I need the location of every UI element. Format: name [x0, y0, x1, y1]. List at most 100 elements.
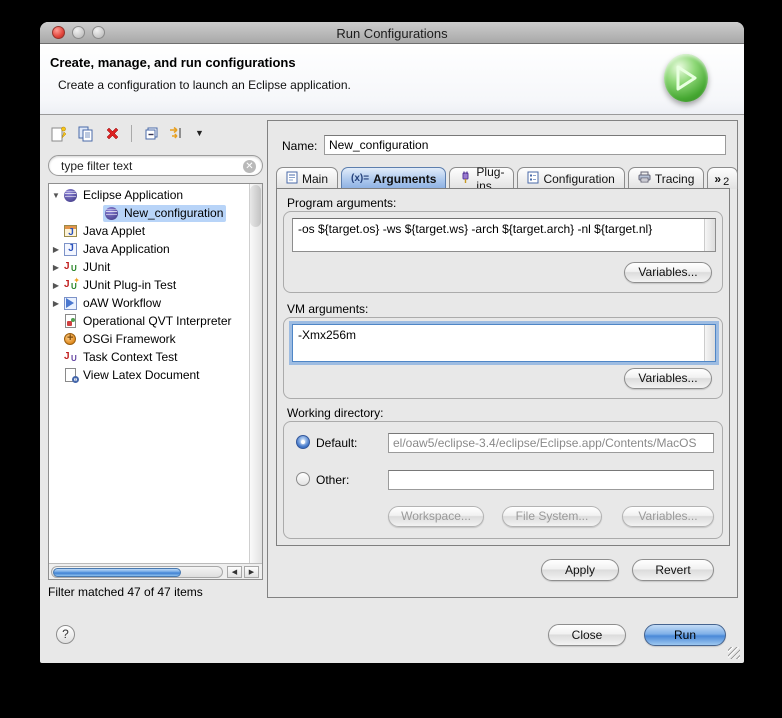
- tree-item-java-application[interactable]: ▶ J Java Application: [49, 240, 170, 258]
- java-application-icon: J: [63, 242, 79, 257]
- arguments-tab-content: Program arguments: -os ${target.os} -ws …: [276, 188, 730, 546]
- tree-item-task-context-test[interactable]: JU Task Context Test: [49, 348, 178, 366]
- name-label: Name:: [282, 139, 318, 153]
- eclipse-application-icon: [104, 206, 120, 221]
- tree-item-label: Java Application: [83, 242, 170, 256]
- collapse-all-icon[interactable]: [141, 124, 161, 143]
- tracing-tab-icon: [638, 171, 651, 186]
- other-directory-input[interactable]: [388, 470, 714, 490]
- tab-main[interactable]: Main: [276, 167, 339, 189]
- revert-button[interactable]: Revert: [632, 559, 714, 581]
- vm-arguments-group: -Xmx256m Variables...: [283, 317, 723, 399]
- view-latex-document-icon: [63, 367, 79, 383]
- task-context-test-icon: JU: [64, 350, 77, 363]
- tree-item-label: JUnit Plug-in Test: [83, 278, 177, 292]
- filter-input[interactable]: type filter text ✕: [48, 155, 263, 176]
- run-button[interactable]: Run: [644, 624, 726, 646]
- title-bar[interactable]: Run Configurations: [40, 22, 744, 44]
- oaw-workflow-icon: [63, 296, 79, 311]
- expander-collapsed-icon[interactable]: ▶: [49, 299, 63, 308]
- filter-status-text: Filter matched 47 of 47 items: [48, 585, 203, 599]
- tree-item-label: OSGi Framework: [83, 332, 176, 346]
- other-radio[interactable]: [296, 472, 310, 486]
- program-arguments-value: -os ${target.os} -ws ${target.ws} -arch …: [298, 222, 653, 236]
- textarea-scrollbar[interactable]: [704, 325, 715, 361]
- textarea-scrollbar[interactable]: [704, 219, 715, 251]
- expander-collapsed-icon[interactable]: ▶: [49, 263, 63, 272]
- vm-arguments-textarea[interactable]: -Xmx256m: [292, 324, 716, 362]
- filter-menu-chevron-icon[interactable]: ▼: [195, 128, 204, 138]
- expander-collapsed-icon[interactable]: ▶: [49, 245, 63, 254]
- default-radio[interactable]: [296, 435, 310, 449]
- other-radio-label: Other:: [316, 473, 350, 487]
- duplicate-configuration-icon[interactable]: [75, 124, 95, 143]
- tab-tracing[interactable]: Tracing: [627, 167, 705, 189]
- junit-plugin-test-icon: J U ✦: [64, 275, 80, 291]
- tree-horizontal-scrollbar[interactable]: ◀ ▶: [49, 563, 262, 579]
- tree-item-label: oAW Workflow: [83, 296, 162, 310]
- program-arguments-group: -os ${target.os} -ws ${target.ws} -arch …: [283, 211, 723, 293]
- scroll-right-icon[interactable]: ▶: [244, 566, 259, 578]
- window-title: Run Configurations: [336, 26, 448, 41]
- working-directory-label: Working directory:: [287, 406, 384, 420]
- program-arguments-textarea[interactable]: -os ${target.os} -ws ${target.ws} -arch …: [292, 218, 716, 252]
- configuration-tab-icon: [527, 171, 539, 187]
- header-subtitle: Create a configuration to launch an Ecli…: [58, 78, 351, 92]
- vm-arguments-value: -Xmx256m: [298, 328, 357, 342]
- tree-item-label: New_configuration: [124, 206, 224, 220]
- tree-item-label: View Latex Document: [83, 368, 200, 382]
- vm-variables-button[interactable]: Variables...: [624, 368, 712, 389]
- header-title: Create, manage, and run configurations: [50, 55, 296, 70]
- play-triangle-icon: [676, 65, 697, 91]
- plug-ins-tab-icon: [459, 171, 472, 187]
- default-radio-label: Default:: [316, 436, 358, 450]
- configuration-detail-panel: Name: Main (x)= Arguments Plug-ins Confi…: [267, 120, 741, 598]
- tree-item-java-applet[interactable]: J Java Applet: [49, 222, 145, 240]
- workspace-button[interactable]: Workspace...: [388, 506, 484, 527]
- tree-item-operational-qvt[interactable]: Operational QVT Interpreter: [49, 312, 232, 330]
- dialog-header: Create, manage, and run configurations C…: [40, 44, 744, 115]
- filter-configurations-icon[interactable]: [168, 124, 188, 143]
- tree-item-eclipse-application[interactable]: ▼ Eclipse Application: [49, 186, 183, 204]
- tab-configuration[interactable]: Configuration: [517, 167, 625, 189]
- tab-label: Configuration: [543, 171, 615, 186]
- resize-grip[interactable]: [728, 647, 740, 659]
- program-variables-button[interactable]: Variables...: [624, 262, 712, 283]
- scrollbar-thumb[interactable]: [53, 568, 181, 577]
- clear-filter-icon[interactable]: ✕: [243, 160, 256, 173]
- junit-icon: JU: [64, 260, 77, 273]
- name-input[interactable]: [324, 135, 726, 155]
- tree-vertical-scrollbar[interactable]: [249, 184, 262, 564]
- overflow-count: 2: [723, 175, 730, 188]
- tree-item-view-latex-document[interactable]: View Latex Document: [49, 366, 200, 384]
- expander-collapsed-icon[interactable]: ▶: [49, 281, 63, 290]
- program-arguments-label: Program arguments:: [287, 196, 397, 210]
- close-button[interactable]: Close: [548, 624, 626, 646]
- delete-configuration-icon[interactable]: [102, 124, 122, 143]
- tree-item-junit-plugin-test[interactable]: ▶ J U ✦ JUnit Plug-in Test: [49, 276, 176, 294]
- tree-item-new-configuration[interactable]: New_configuration: [49, 204, 227, 222]
- workdir-variables-button[interactable]: Variables...: [622, 506, 714, 527]
- overflow-chevron-icon: »: [714, 171, 722, 186]
- configurations-tree[interactable]: ▼ Eclipse Application New_configuration …: [48, 183, 263, 580]
- expander-expanded-icon[interactable]: ▼: [49, 191, 63, 200]
- scroll-left-icon[interactable]: ◀: [227, 566, 242, 578]
- tab-plug-ins[interactable]: Plug-ins: [449, 165, 515, 193]
- tab-bar: Main (x)= Arguments Plug-ins Configurati…: [276, 165, 741, 193]
- run-banner-icon: [664, 54, 708, 102]
- tab-overflow[interactable]: » 2: [707, 167, 739, 189]
- tree-item-oaw-workflow[interactable]: ▶ oAW Workflow: [49, 294, 161, 312]
- file-system-button[interactable]: File System...: [502, 506, 602, 527]
- java-applet-icon: J: [63, 224, 79, 239]
- toolbar-separator: [131, 124, 132, 142]
- tree-item-label: JUnit: [83, 260, 111, 274]
- filter-placeholder: type filter text: [61, 159, 133, 173]
- apply-button[interactable]: Apply: [541, 559, 619, 581]
- new-configuration-icon[interactable]: [48, 124, 68, 143]
- default-directory-input[interactable]: [388, 433, 714, 453]
- tree-item-junit[interactable]: ▶ JU JUnit: [49, 258, 110, 276]
- tree-item-label: Operational QVT Interpreter: [83, 314, 232, 328]
- tab-arguments[interactable]: (x)= Arguments: [341, 167, 447, 189]
- help-button[interactable]: ?: [56, 625, 75, 644]
- tree-item-osgi-framework[interactable]: OSGi Framework: [49, 330, 176, 348]
